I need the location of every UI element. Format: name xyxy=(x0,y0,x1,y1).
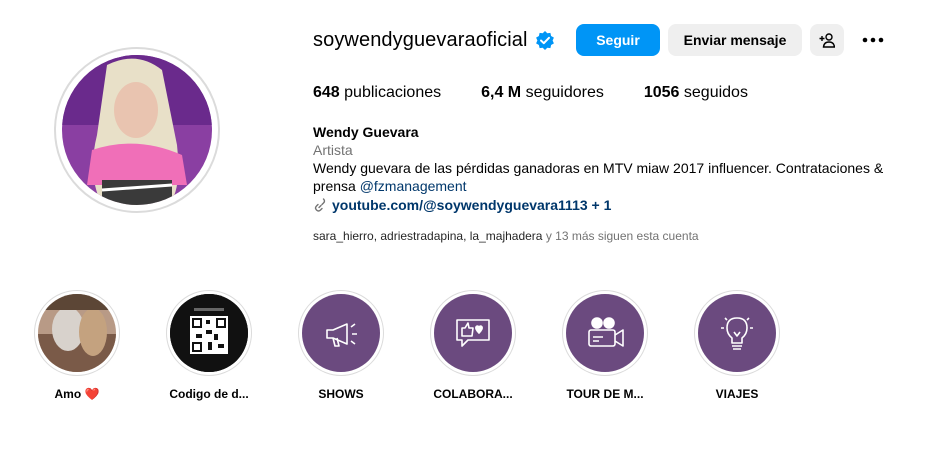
profile-avatar-ring[interactable] xyxy=(54,47,220,213)
highlight-ring xyxy=(562,290,648,376)
more-options-button[interactable] xyxy=(857,24,889,56)
highlight-ring xyxy=(298,290,384,376)
posts-count: 648 xyxy=(313,84,340,101)
highlight-label: Amo ❤️ xyxy=(54,387,100,401)
bio-name: Wendy Guevara xyxy=(313,124,419,140)
highlight-label: VIAJES xyxy=(715,387,759,401)
highlight-ring xyxy=(694,290,780,376)
following-stat[interactable]: 1056 seguidos xyxy=(644,84,748,102)
followed-by-names: sara_hierro, adriestradapina, la_majhade… xyxy=(313,229,543,243)
bio-category: Artista xyxy=(313,142,353,158)
highlight-label: COLABORA... xyxy=(433,387,513,401)
followers-label: seguidores xyxy=(525,84,604,101)
highlight-label: Codigo de d... xyxy=(169,387,249,401)
following-label: seguidos xyxy=(683,84,748,101)
follow-button[interactable]: Seguir xyxy=(576,24,660,56)
highlight-viajes[interactable]: VIAJES xyxy=(677,290,797,401)
profile-bio: Wendy Guevara Artista Wendy guevara de l… xyxy=(313,123,913,214)
lightbulb-icon xyxy=(717,312,757,354)
verified-badge-icon xyxy=(535,30,555,50)
highlight-label: SHOWS xyxy=(318,387,364,401)
highlight-cover xyxy=(434,294,512,372)
highlight-tour[interactable]: TOUR DE M... xyxy=(545,290,665,401)
add-user-icon xyxy=(819,32,835,48)
highlight-ring xyxy=(430,290,516,376)
posts-stat: 648 publicaciones xyxy=(313,84,441,102)
highlight-ring xyxy=(34,290,120,376)
highlight-cover xyxy=(302,294,380,372)
story-highlights: Amo ❤️ Codigo de d... SHOWS COLABORA... … xyxy=(0,290,948,420)
profile-header-row: soywendyguevaraoficial Seguir Enviar men… xyxy=(313,24,913,56)
followed-by[interactable]: sara_hierro, adriestradapina, la_majhade… xyxy=(313,229,699,243)
followed-by-rest: y 13 más siguen esta cuenta xyxy=(542,229,699,243)
highlight-cover xyxy=(566,294,644,372)
suggested-accounts-button[interactable] xyxy=(810,24,844,56)
username: soywendyguevaraoficial xyxy=(313,28,528,51)
qr-code-icon xyxy=(170,294,248,372)
bio-external-link[interactable]: youtube.com/@soywendyguevara1113 + 1 xyxy=(313,196,913,214)
highlight-shows[interactable]: SHOWS xyxy=(281,290,401,401)
link-icon xyxy=(313,198,327,212)
following-count: 1056 xyxy=(643,84,680,101)
avatar xyxy=(62,55,212,205)
profile-stats: 648 publicaciones 6,4 M seguidores 1056 … xyxy=(313,84,788,102)
bio-text-block: Wendy guevara de las pérdidas ganadoras … xyxy=(313,159,913,195)
highlight-photo xyxy=(38,294,116,372)
followers-count: 6,4 M xyxy=(481,84,522,101)
send-message-button[interactable]: Enviar mensaje xyxy=(668,24,802,56)
bio-link-text: youtube.com/@soywendyguevara1113 + 1 xyxy=(332,197,612,213)
posts-label: publicaciones xyxy=(344,84,442,101)
highlight-amo[interactable]: Amo ❤️ xyxy=(17,290,137,401)
megaphone-icon xyxy=(321,313,361,353)
more-dots-icon xyxy=(862,37,884,43)
bio-mention-link[interactable]: @fzmanagement xyxy=(360,178,467,194)
video-camera-icon xyxy=(583,313,627,353)
highlight-label: TOUR DE M... xyxy=(566,387,644,401)
like-chat-icon xyxy=(452,312,494,354)
highlight-cover xyxy=(698,294,776,372)
highlight-codigo[interactable]: Codigo de d... xyxy=(149,290,269,401)
followers-stat[interactable]: 6,4 M seguidores xyxy=(481,84,604,102)
highlight-colabora[interactable]: COLABORA... xyxy=(413,290,533,401)
highlight-ring xyxy=(166,290,252,376)
